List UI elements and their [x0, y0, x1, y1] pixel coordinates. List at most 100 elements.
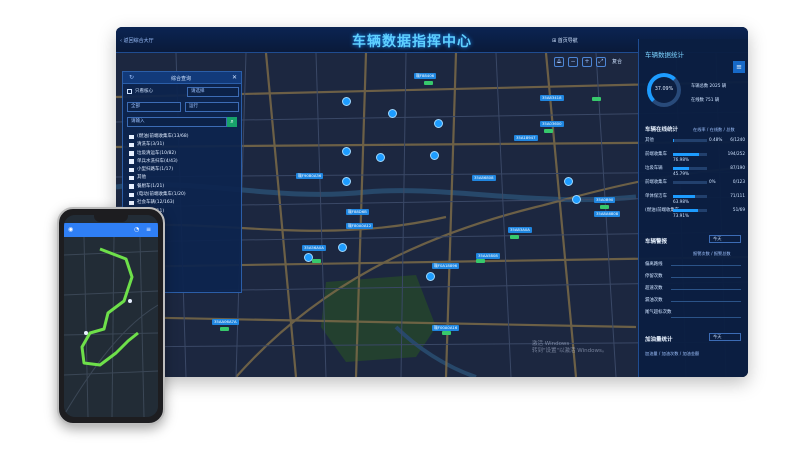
- alarm-item: 偏离路线: [645, 262, 663, 267]
- vehicle-plate[interactable]: 35A8A6808: [594, 211, 621, 217]
- measure-icon[interactable]: ⟁: [554, 57, 564, 67]
- online-row: 前端收集车 76.98% 194/252: [645, 151, 745, 162]
- vehicle-plate[interactable]: 35A03600: [540, 121, 564, 127]
- online-row: 其他 0.48% 6/1240: [645, 137, 745, 143]
- type-select[interactable]: 全部: [127, 102, 181, 112]
- vehicle-marker[interactable]: [434, 119, 443, 128]
- category-checkbox[interactable]: [129, 200, 134, 206]
- vehicle-plate[interactable]: 赣F80A0A12: [346, 223, 374, 229]
- vehicle-total: 车辆总数 2025 辆: [691, 84, 727, 89]
- category-checkbox[interactable]: [129, 175, 134, 181]
- vehicle-plate[interactable]: 赣F88D6B: [346, 209, 369, 215]
- vehicle-plate[interactable]: 35A86808: [472, 175, 496, 181]
- home-nav-button[interactable]: ⊞ 首页导航: [552, 37, 578, 44]
- vehicle-marker[interactable]: [388, 109, 397, 118]
- phone-header: ◉ ◔ ≡: [64, 223, 158, 237]
- truck-marker[interactable]: [476, 259, 485, 263]
- query-row-search: 请输入 ⌕: [127, 117, 237, 129]
- vehicle-marker[interactable]: [426, 272, 435, 281]
- status-select[interactable]: 运行: [185, 102, 239, 112]
- category-item[interactable]: 其他: [129, 174, 237, 182]
- vehicle-plate[interactable]: 赣F88406: [414, 73, 437, 79]
- category-checkbox[interactable]: [129, 167, 134, 173]
- online-column-header: 在线率 / 在线数 / 总数: [693, 127, 735, 132]
- category-item[interactable]: (燃油)前端收集车(13/68): [129, 133, 237, 141]
- truck-marker[interactable]: [442, 331, 451, 335]
- query-row-filters: 全部 运行: [127, 102, 239, 114]
- mobile-phone: ◉ ◔ ≡: [57, 207, 165, 425]
- fuel-footer: 加油量 / 加油次数 / 加油金额: [645, 351, 700, 356]
- phone-map[interactable]: [64, 215, 158, 417]
- fuel-range-select[interactable]: 今天: [709, 333, 741, 341]
- online-row: (燃油)前端收集车 73.91% 51/69: [645, 207, 745, 218]
- back-link[interactable]: ‹ 返回综合大厅: [120, 37, 154, 44]
- search-input[interactable]: 请输入: [127, 117, 227, 127]
- menu-icon[interactable]: ≡: [733, 61, 745, 73]
- truck-marker[interactable]: [592, 97, 601, 101]
- online-bar: [673, 153, 700, 156]
- vehicle-plate[interactable]: 35A18947: [514, 135, 538, 141]
- category-checkbox[interactable]: [129, 134, 134, 139]
- online-rate-percent: 37.09%: [654, 87, 674, 92]
- vehicle-plate[interactable]: 赣F0A18896: [432, 263, 460, 269]
- truck-marker[interactable]: [510, 235, 519, 239]
- category-item[interactable]: (电动)前端收集车(1/20): [129, 191, 237, 199]
- category-item[interactable]: 小型扫路车(1/17): [129, 166, 237, 174]
- only-core-checkbox[interactable]: [127, 89, 132, 94]
- activation-watermark: 激活 Windows 转到"设置"以激活 Windows。: [532, 341, 608, 354]
- online-bar: [673, 167, 689, 170]
- online-rate-donut: 37.09%: [647, 73, 681, 107]
- vehicle-plate[interactable]: 35A83A0A: [508, 227, 532, 233]
- vehicle-marker[interactable]: [430, 151, 439, 160]
- fuel-section-title: 加油量统计: [645, 337, 673, 343]
- close-icon[interactable]: ✕: [232, 74, 237, 81]
- category-checkbox[interactable]: [129, 184, 134, 189]
- alarm-range-select[interactable]: 今天: [709, 235, 741, 243]
- category-checkbox[interactable]: [129, 151, 134, 156]
- phone-screen: ◉ ◔ ≡: [64, 215, 158, 417]
- map-toolbar: ⟁ − + ⤢ 复合: [554, 57, 622, 69]
- bell-icon[interactable]: ◔: [134, 226, 139, 233]
- search-icon[interactable]: ⌕: [227, 117, 237, 127]
- vehicle-plate[interactable]: 赣F00A0A16: [432, 325, 460, 331]
- refresh-icon[interactable]: ↻: [129, 74, 134, 81]
- alarm-item: 漏油次数: [645, 298, 663, 303]
- fullscreen-icon[interactable]: ⤢: [596, 57, 606, 67]
- menu-icon[interactable]: ≡: [146, 226, 151, 233]
- vehicle-marker[interactable]: [564, 177, 573, 186]
- online-bar: [673, 209, 699, 212]
- truck-marker[interactable]: [424, 81, 433, 85]
- vehicle-plate[interactable]: 35AA5808: [476, 253, 500, 259]
- user-icon[interactable]: ◉: [68, 226, 73, 233]
- category-item[interactable]: 垃圾清运车(10/82): [129, 150, 237, 158]
- category-item[interactable]: 清洗车(3/31): [129, 141, 237, 149]
- vehicle-marker[interactable]: [342, 177, 351, 186]
- truck-marker[interactable]: [600, 205, 609, 209]
- vehicle-plate[interactable]: 35A0B90: [594, 197, 616, 203]
- zoom-out-icon[interactable]: −: [568, 57, 578, 67]
- category-checkbox[interactable]: [129, 192, 134, 198]
- vehicle-plate[interactable]: 赣F90B0A36: [296, 173, 324, 179]
- vehicle-marker[interactable]: [572, 195, 581, 204]
- zoom-in-icon[interactable]: +: [582, 57, 592, 67]
- query-panel-header: ↻ 综合查询 ✕: [123, 72, 241, 84]
- vehicle-marker[interactable]: [338, 243, 347, 252]
- vehicle-marker[interactable]: [342, 147, 351, 156]
- vehicle-marker[interactable]: [342, 97, 351, 106]
- alarm-item: 尾气超标次数: [645, 310, 672, 315]
- truck-marker[interactable]: [220, 327, 229, 331]
- category-item[interactable]: 餐厨车(1/21): [129, 183, 237, 191]
- vehicle-plate[interactable]: 35AA06A7A: [212, 319, 239, 325]
- region-select[interactable]: 请选择: [187, 87, 239, 97]
- category-checkbox[interactable]: [129, 142, 134, 148]
- category-checkbox[interactable]: [129, 159, 134, 164]
- category-item[interactable]: 单兵水洗扫车(4/43): [129, 158, 237, 166]
- truck-marker[interactable]: [544, 129, 553, 133]
- query-row-core: 只看核心 请选择: [127, 87, 239, 99]
- vehicle-plate[interactable]: 35A56A0A: [302, 245, 326, 251]
- reset-button[interactable]: 复合: [610, 57, 622, 69]
- truck-marker[interactable]: [312, 259, 321, 263]
- vehicle-marker[interactable]: [376, 153, 385, 162]
- page-title: 车辆数据指挥中心: [352, 34, 472, 50]
- vehicle-plate[interactable]: 35A83418: [540, 95, 564, 101]
